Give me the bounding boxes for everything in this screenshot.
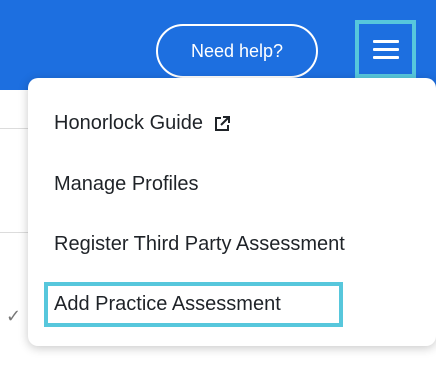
hamburger-icon bbox=[372, 39, 399, 43]
menu-item-add-practice-assessment[interactable]: Add Practice Assessment bbox=[54, 293, 281, 316]
dropdown-menu: Honorlock Guide Manage Profiles Register… bbox=[28, 78, 436, 346]
hamburger-menu-button[interactable] bbox=[355, 20, 416, 78]
hamburger-icon-bar bbox=[372, 47, 399, 51]
top-bar: Need help? bbox=[0, 0, 436, 90]
menu-item-register-third-party-assessment[interactable]: Register Third Party Assessment bbox=[54, 233, 345, 256]
need-help-button[interactable]: Need help? bbox=[156, 24, 318, 78]
external-link-icon bbox=[214, 115, 230, 131]
menu-item-label: Manage Profiles bbox=[54, 173, 199, 195]
menu-item-manage-profiles[interactable]: Manage Profiles bbox=[54, 173, 199, 196]
hamburger-icon-bar bbox=[372, 55, 399, 59]
checkmark-icon: ✓ bbox=[6, 306, 22, 327]
menu-item-label: Honorlock Guide bbox=[54, 112, 203, 134]
menu-item-label: Register Third Party Assessment bbox=[54, 233, 345, 255]
menu-item-label: Add Practice Assessment bbox=[54, 293, 281, 315]
menu-item-honorlock-guide[interactable]: Honorlock Guide bbox=[54, 112, 231, 135]
